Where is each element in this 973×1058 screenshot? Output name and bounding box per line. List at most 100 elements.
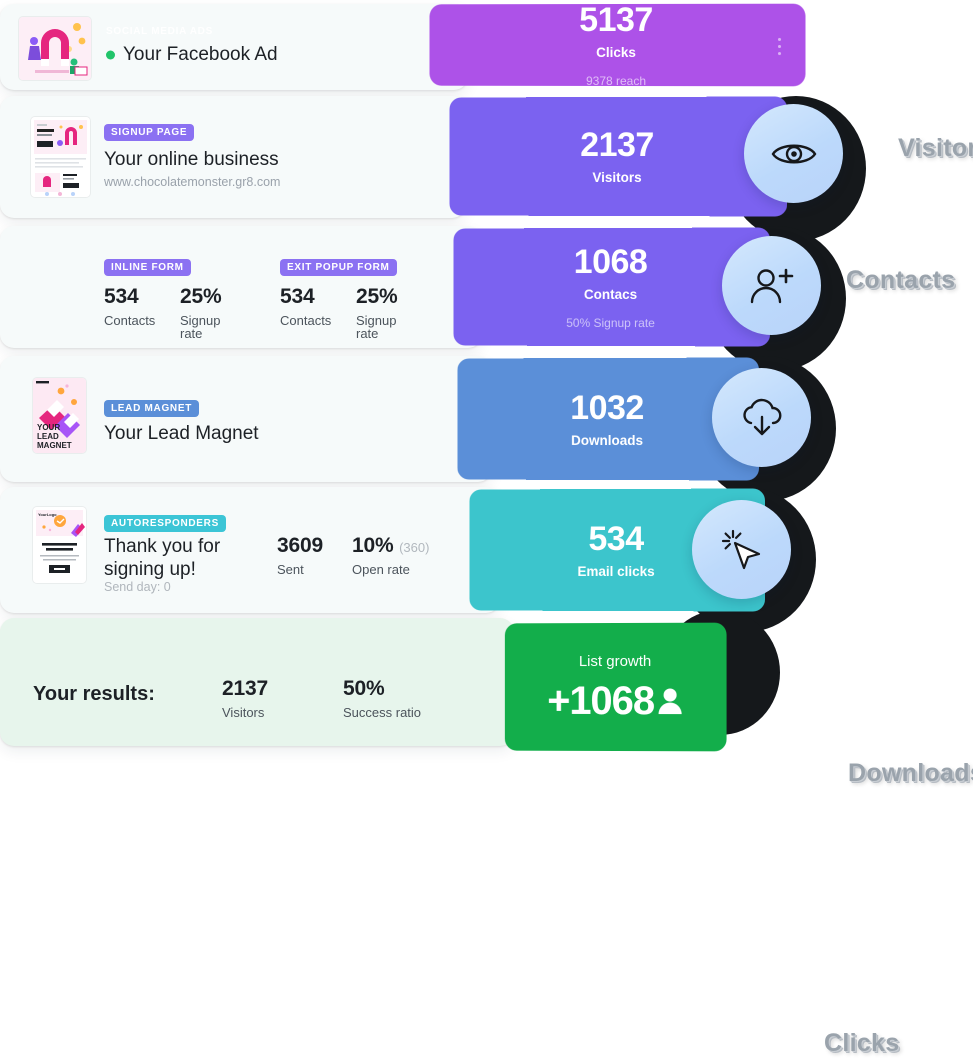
results-label: Your results: <box>33 684 155 704</box>
metric-panel-body: 2137 Visitors <box>449 96 788 217</box>
bubble-downloads[interactable] <box>712 368 811 467</box>
status-dot <box>106 50 115 60</box>
row-thumbnail <box>19 17 91 80</box>
metric-value: 1068 <box>573 243 648 282</box>
metric-panel-visitors[interactable]: 2137 Visitors <box>449 96 788 217</box>
form-stat: 25% Signup rate <box>180 285 222 341</box>
stat-label: Open rate <box>352 562 410 577</box>
funnel-row-forms[interactable]: INLINE FORM 534 Contacts 25% Signup rate… <box>0 226 973 348</box>
autoresponder-stat-sent: 3609 Sent <box>277 535 323 576</box>
metric-caption: Email clicks <box>577 563 655 579</box>
row-badge-label: SIGNUP PAGE <box>104 124 195 141</box>
row-card <box>0 226 482 348</box>
row-title: Your Lead Magnet <box>104 422 259 445</box>
row-badge: AUTORESPONDERS <box>104 513 226 532</box>
lead-magnet-illustration: YOUR LEAD MAGNET <box>33 378 86 453</box>
list-growth-value-wrap: +1068 <box>547 678 683 723</box>
stat-value-paren: (360) <box>399 540 430 555</box>
funnel-row-results: Your results: 2137 Visitors 50% Success … <box>0 618 973 752</box>
facebook-ad-illustration <box>19 17 91 80</box>
row-title-text: Thank you for signing up! <box>104 536 221 581</box>
metric-value: 2137 <box>580 126 654 165</box>
outside-label-clicks: Clicks <box>824 1029 900 1057</box>
funnel-row-signup-page[interactable]: SIGNUP PAGE Your online business www.cho… <box>0 96 973 218</box>
metric-panel-list-growth[interactable]: List growth +1068 <box>504 622 727 752</box>
metric-note: 9378 reach <box>586 73 647 88</box>
row-badge: SOCIAL MEDIA ADS <box>106 21 220 40</box>
results-stat-success-ratio: 50% Success ratio <box>343 678 421 719</box>
click-cursor-icon <box>721 529 760 569</box>
row-badge: LEAD MAGNET <box>104 398 200 417</box>
row-title: Your Facebook Ad <box>106 43 278 66</box>
metric-panel-body: 5137 Clicks 9378 reach <box>429 1 806 88</box>
stat-value: 50% <box>343 677 385 700</box>
bubble-contacts[interactable] <box>722 236 821 335</box>
metric-caption: Clicks <box>596 45 636 61</box>
stat-value: 2137 <box>222 677 268 700</box>
row-url[interactable]: www.chocolatemonster.gr8.com <box>104 174 280 190</box>
stat-value: 534 <box>104 285 139 308</box>
stat-value-wrap: 10% (360) <box>352 535 429 556</box>
form-badge-label: INLINE FORM <box>104 259 191 276</box>
form-stat: 25% Signup rate <box>356 285 398 341</box>
eye-icon <box>771 144 816 163</box>
metric-caption: Downloads <box>571 432 644 448</box>
form-stat: 534 Contacts <box>104 286 155 327</box>
results-stat-visitors: 2137 Visitors <box>222 678 268 719</box>
row-title: Your online business <box>104 148 279 171</box>
stat-value: 25% <box>356 285 398 308</box>
stat-value: 3609 <box>277 534 323 557</box>
outside-label-visitors: Visitors <box>898 134 973 162</box>
stat-label: Contacts <box>104 313 156 328</box>
funnel-row-social-media-ads[interactable]: SOCIAL MEDIA ADS Your Facebook Ad 5137 C… <box>0 1 973 90</box>
results-label-text: Your results: <box>33 683 155 705</box>
metric-caption: Visitors <box>592 170 642 186</box>
row-title: Thank you for signing up! <box>104 535 264 581</box>
list-growth-value: +1068 <box>547 678 655 723</box>
form-badge-label: EXIT POPUP FORM <box>280 259 397 276</box>
svg-text:YOUR: YOUR <box>37 423 60 432</box>
row-title-text: Your Lead Magnet <box>104 423 259 444</box>
stat-value: 534 <box>280 285 315 308</box>
bubble-clicks[interactable] <box>692 500 791 599</box>
list-growth-caption: List growth <box>578 652 652 670</box>
outside-label-downloads: Downloads <box>848 759 973 787</box>
row-badge-label: LEAD MAGNET <box>104 400 200 417</box>
metric-value: 1032 <box>570 388 644 427</box>
metric-value: 5137 <box>579 1 653 40</box>
stat-value: 25% <box>180 285 222 308</box>
row-thumbnail: YOUR LEAD MAGNET <box>33 378 86 453</box>
stat-label: Signup rate <box>356 313 397 341</box>
signup-page-illustration <box>31 117 90 197</box>
row-title-text: Your online business <box>104 149 279 170</box>
stat-label: Signup rate <box>180 313 221 341</box>
funnel-row-autoresponders[interactable]: YourLogo AUTORESPONDERS Thank you for si… <box>0 487 973 1057</box>
svg-text:MAGNET: MAGNET <box>37 441 72 450</box>
row-badge-label: AUTORESPONDERS <box>104 515 226 532</box>
row-badge: SIGNUP PAGE <box>104 122 195 141</box>
svg-text:LEAD: LEAD <box>37 432 59 441</box>
form-stat: 534 Contacts <box>280 286 331 327</box>
stat-label: Visitors <box>222 705 265 720</box>
funnel-row-lead-magnet[interactable]: YOUR LEAD MAGNET LEAD MAGNET Your Lead M… <box>0 356 973 787</box>
svg-text:YourLogo: YourLogo <box>38 512 57 517</box>
funnel-dashboard: SOCIAL MEDIA ADS Your Facebook Ad 5137 C… <box>0 0 973 1057</box>
add-person-icon <box>750 268 793 303</box>
person-icon <box>658 688 682 714</box>
autoresponder-email-illustration: YourLogo <box>33 507 86 583</box>
row-thumbnail <box>31 117 90 197</box>
stat-value: 10% <box>352 534 394 557</box>
kebab-menu-icon[interactable] <box>777 37 782 56</box>
stat-label: Sent <box>277 562 304 577</box>
outside-label-contacts: Contacts <box>846 266 956 294</box>
metric-panel-clicks[interactable]: 5137 Clicks 9378 reach <box>429 1 806 88</box>
row-thumbnail: YourLogo <box>33 507 86 583</box>
metric-value: 534 <box>588 519 644 558</box>
metric-caption: Contacs <box>583 287 638 303</box>
row-badge-label: SOCIAL MEDIA ADS <box>106 26 213 37</box>
metric-note: 50% Signup rate <box>566 315 655 330</box>
stat-label: Success ratio <box>343 705 422 720</box>
bubble-visitors[interactable] <box>744 104 843 203</box>
metric-panel-body: List growth +1068 <box>504 622 727 752</box>
autoresponder-stat-open-rate: 10% (360) Open rate <box>352 535 429 576</box>
